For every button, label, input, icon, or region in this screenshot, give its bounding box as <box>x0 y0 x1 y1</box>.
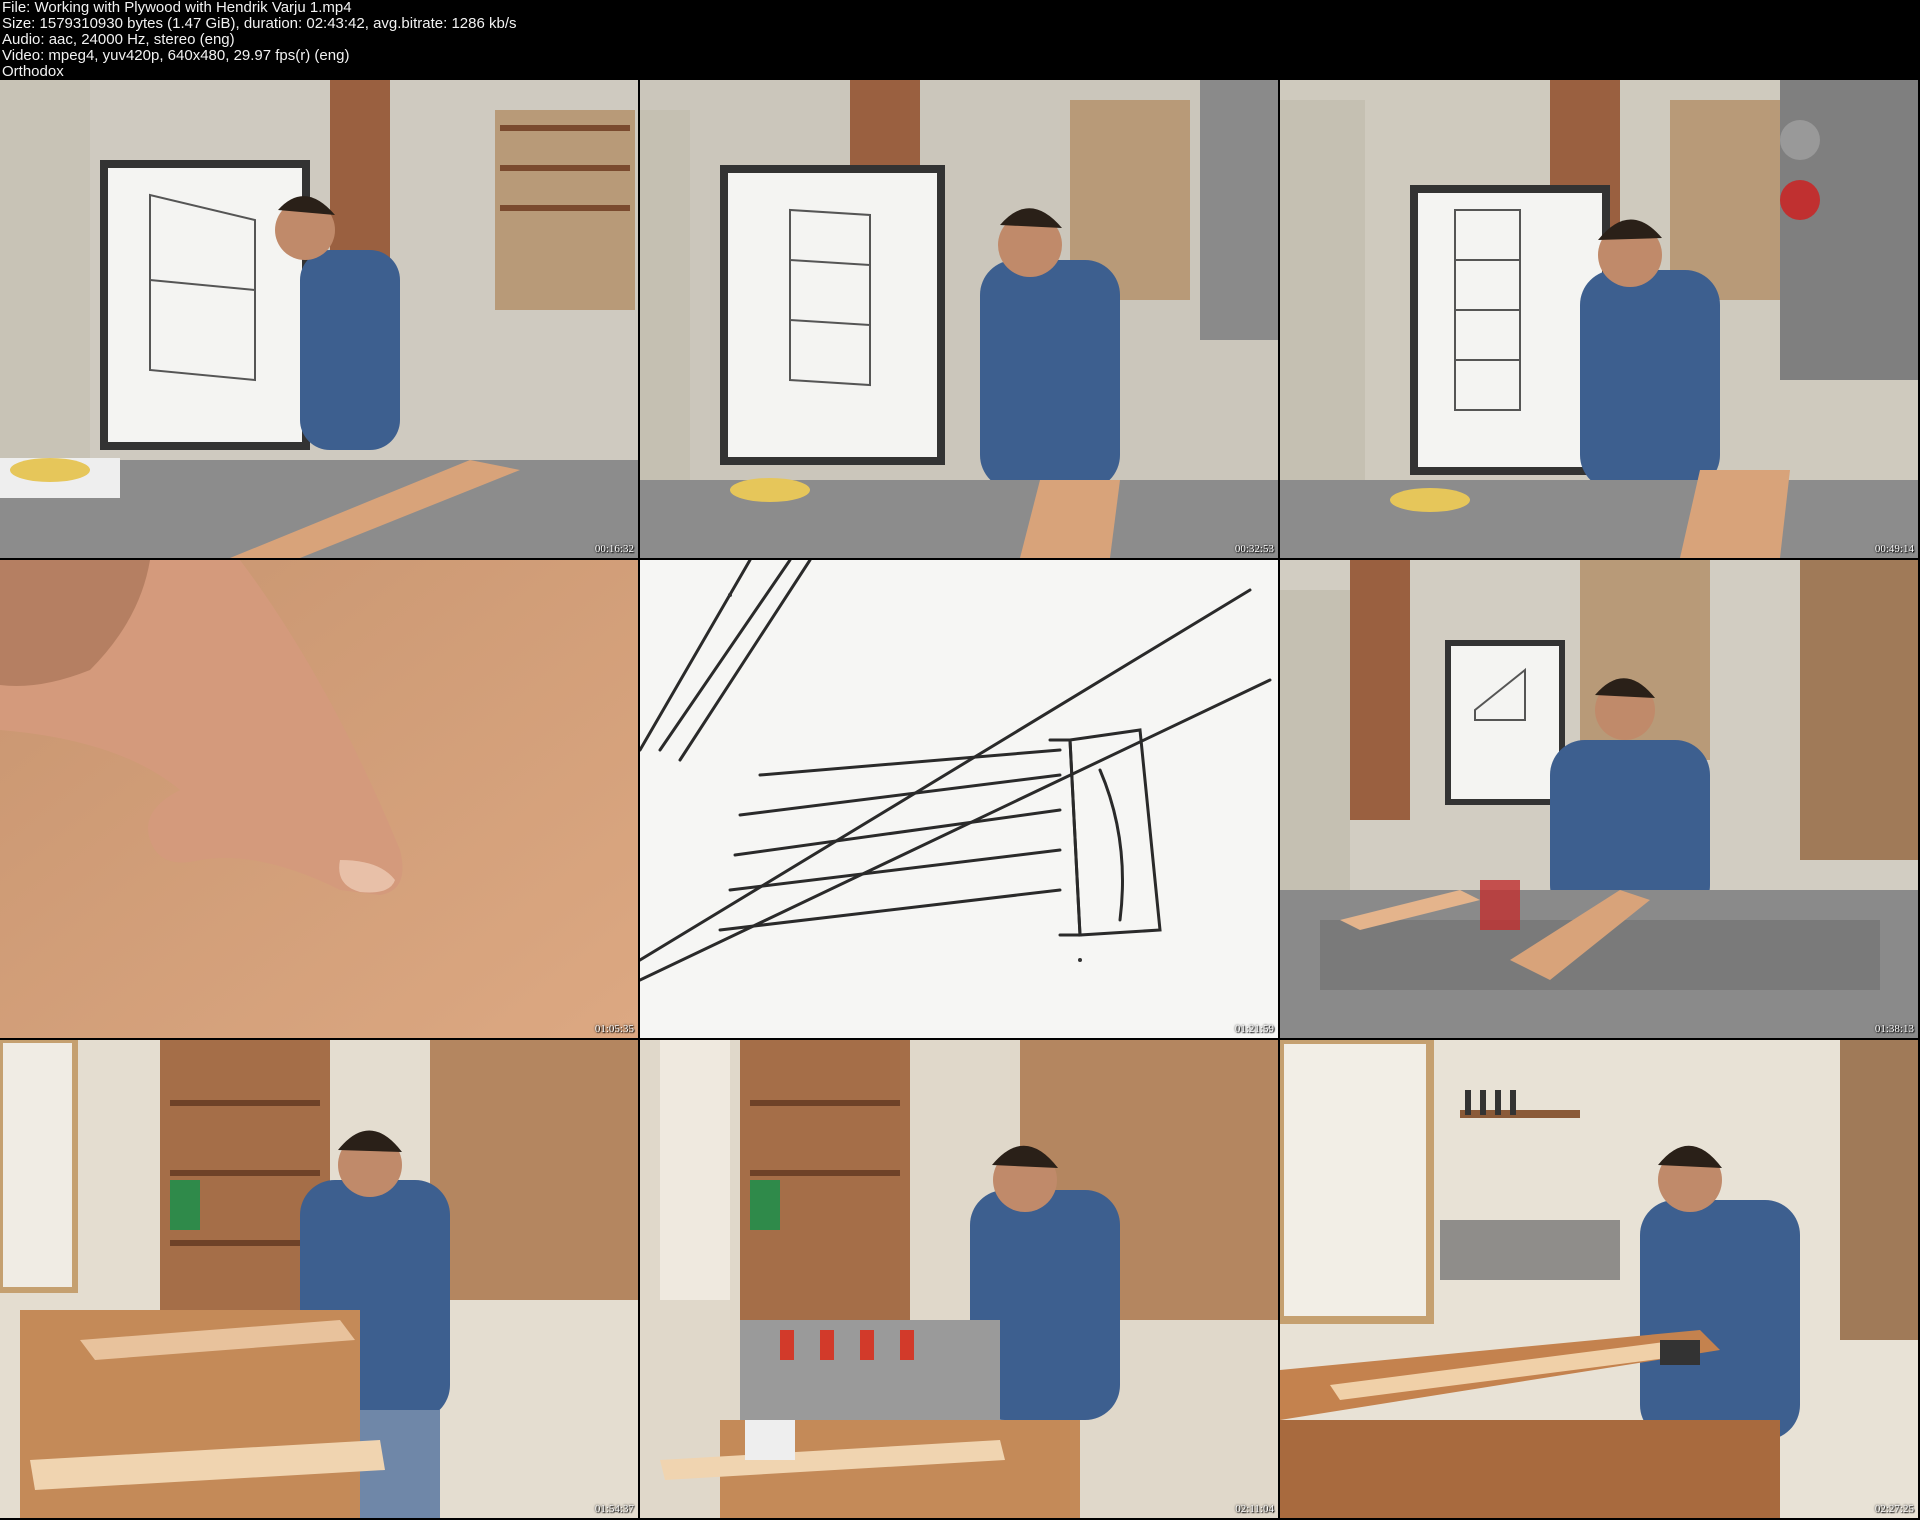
file-size-line: Size: 1579310930 bytes (1.47 GiB), durat… <box>2 15 517 32</box>
thumbnail-9[interactable]: 02:27:25 <box>1280 1040 1918 1518</box>
thumbnail-grid: 00:16:32 00:32:53 00:49:14 01:05:35 01:2… <box>0 80 1920 1520</box>
thumbnail-8-timestamp: 02:11:04 <box>1235 1503 1274 1515</box>
thumbnail-8-image <box>640 1040 1278 1518</box>
thumbnail-2-image <box>640 80 1278 558</box>
thumbnail-3-image <box>1280 80 1918 558</box>
thumbnail-9-image <box>1280 1040 1918 1518</box>
thumbnail-5-timestamp: 01:21:59 <box>1234 1023 1274 1035</box>
thumbnail-1[interactable]: 00:16:32 <box>0 80 638 558</box>
thumbnail-4-image <box>0 560 638 1038</box>
thumbnail-6-timestamp: 01:38:13 <box>1874 1023 1914 1035</box>
thumbnail-9-timestamp: 02:27:25 <box>1874 1503 1914 1515</box>
thumbnail-4-timestamp: 01:05:35 <box>594 1023 634 1035</box>
file-name: File: Working with Plywood with Hendrik … <box>2 0 352 16</box>
thumbnail-6[interactable]: 01:38:13 <box>1280 560 1918 1038</box>
thumbnail-4[interactable]: 01:05:35 <box>0 560 638 1038</box>
thumbnail-7[interactable]: 01:54:37 <box>0 1040 638 1518</box>
thumbnail-1-timestamp: 00:16:32 <box>594 543 634 555</box>
thumbnail-1-image <box>0 80 638 558</box>
thumbnail-6-image <box>1280 560 1918 1038</box>
video-info-line: Video: mpeg4, yuv420p, 640x480, 29.97 fp… <box>2 47 350 64</box>
thumbnail-8[interactable]: 02:11:04 <box>640 1040 1278 1518</box>
thumbnail-3[interactable]: 00:49:14 <box>1280 80 1918 558</box>
thumbnail-7-timestamp: 01:54:37 <box>594 1503 634 1515</box>
thumbnail-2-timestamp: 00:32:53 <box>1234 543 1274 555</box>
thumbnail-2[interactable]: 00:32:53 <box>640 80 1278 558</box>
file-info-header: File: Working with Plywood with Hendrik … <box>0 0 1920 80</box>
audio-info-line: Audio: aac, 24000 Hz, stereo (eng) <box>2 31 235 48</box>
thumbnail-7-image <box>0 1040 638 1518</box>
thumbnail-5[interactable]: 01:21:59 <box>640 560 1278 1038</box>
uploader-tag: Orthodox <box>2 63 64 80</box>
thumbnail-3-timestamp: 00:49:14 <box>1874 543 1914 555</box>
thumbnail-5-image <box>640 560 1278 1038</box>
